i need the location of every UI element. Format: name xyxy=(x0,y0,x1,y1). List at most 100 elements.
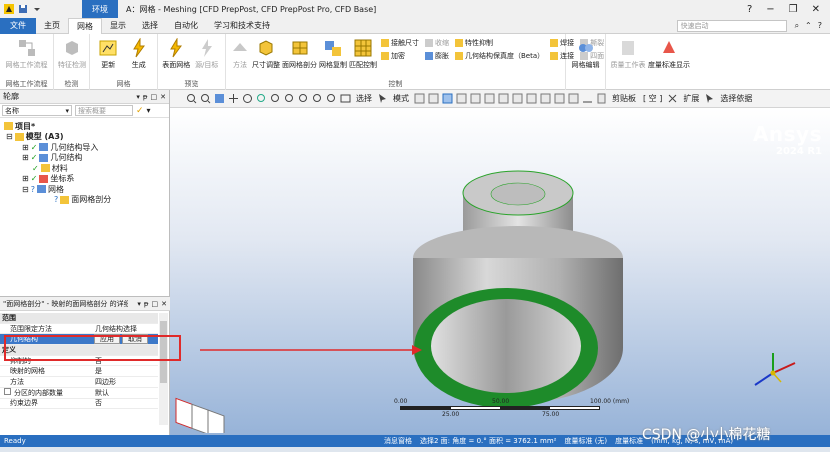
upper-hole[interactable] xyxy=(490,182,546,206)
mesh-edit-button[interactable]: 网格编辑 xyxy=(570,36,601,88)
view-cube-icon[interactable] xyxy=(214,93,225,104)
extend-select-icon[interactable] xyxy=(540,93,551,104)
metric-status[interactable]: 度量标准 (无) xyxy=(560,436,611,446)
element-face-icon[interactable] xyxy=(498,93,509,104)
feature-suppress-button[interactable]: 特性抑制 xyxy=(455,38,544,48)
zoom-fit-icon[interactable] xyxy=(298,93,309,104)
close-icon[interactable]: ✕ xyxy=(161,300,167,308)
select-label[interactable]: 选择 xyxy=(356,93,372,104)
restore-icon[interactable]: □ xyxy=(151,93,158,101)
geometry-fidelity-button[interactable]: 几何结构保真度（Beta） xyxy=(455,51,544,61)
details-row[interactable]: 方法 四边形 xyxy=(0,377,158,388)
details-row[interactable]: 约束边界否 xyxy=(0,399,158,410)
fit-icon[interactable] xyxy=(256,93,267,104)
mode-dropdown[interactable]: 模式 xyxy=(393,93,409,104)
details-category[interactable]: 范围 xyxy=(0,313,158,324)
graphics-viewport[interactable]: Ansys 2024 R1 0.00 50.00 100.00 (mm) 25.… xyxy=(170,108,830,435)
zoom-in-icon[interactable] xyxy=(186,93,197,104)
tree-item-face-meshing[interactable]: ? 面网格剖分 xyxy=(2,195,167,206)
collapse-icon[interactable]: ⊟ xyxy=(22,185,29,194)
help-icon[interactable]: ? xyxy=(818,21,822,31)
inflation-button[interactable]: 膨胀 xyxy=(425,51,449,61)
select-mode-icon[interactable] xyxy=(377,93,388,104)
tab-home[interactable]: 主页 xyxy=(36,18,68,34)
filter-chevron-icon[interactable]: ✓ xyxy=(136,106,144,116)
outline-search-input[interactable]: 搜索概要 xyxy=(75,105,133,116)
zoom-out-icon[interactable] xyxy=(200,93,211,104)
inner-bore[interactable] xyxy=(431,299,581,393)
details-row[interactable]: 映射的网格是 xyxy=(0,366,158,378)
expand-icon[interactable]: ⊞ xyxy=(22,143,29,152)
rotate-icon[interactable] xyxy=(242,93,253,104)
tree-item-geometry[interactable]: ⊞ ✓ 几何结构 xyxy=(2,153,167,164)
tab-file[interactable]: 文件 xyxy=(0,17,36,34)
filter-name-dropdown[interactable]: 名称 ▾ xyxy=(2,105,72,116)
tab-mesh[interactable]: 网格 xyxy=(68,17,102,34)
tree-item-model[interactable]: ⊟ 模型 (A3) xyxy=(2,132,167,143)
search-icon[interactable]: ⌕ xyxy=(795,21,799,31)
close-icon[interactable]: ✕ xyxy=(160,93,166,101)
tab-display[interactable]: 显示 xyxy=(102,18,134,34)
edge-select-icon[interactable] xyxy=(428,93,439,104)
tree-item-geometry-import[interactable]: ⊞ ✓ 几何结构导入 xyxy=(2,142,167,153)
tree-item-coordinates[interactable]: ⊞ ✓ 坐标系 xyxy=(2,174,167,185)
expand-icon[interactable]: ⊞ xyxy=(22,174,29,183)
details-scrollbar[interactable] xyxy=(159,313,168,425)
autohide-icon[interactable]: ᵽ xyxy=(144,300,149,308)
select-by-icon[interactable] xyxy=(704,93,715,104)
contact-sizing-button[interactable]: 接触尺寸 xyxy=(381,38,419,48)
clipboard-dropdown[interactable]: 剪贴板 xyxy=(612,93,636,104)
restore-icon[interactable]: □ xyxy=(152,300,159,308)
show-icon[interactable] xyxy=(568,93,579,104)
metric-display-button[interactable]: 度量标准显示 xyxy=(648,36,690,88)
previous-view-icon[interactable] xyxy=(312,93,323,104)
expand-dropdown[interactable]: 扩展 xyxy=(683,93,699,104)
vertex-select-icon[interactable] xyxy=(414,93,425,104)
save-icon[interactable] xyxy=(18,4,28,14)
pan-icon[interactable] xyxy=(228,93,239,104)
box-select-icon[interactable] xyxy=(512,93,523,104)
collapse-icon[interactable]: ⊟ xyxy=(6,132,13,141)
next-view-icon[interactable] xyxy=(326,93,337,104)
details-row[interactable]: 范围限定方法 几何结构选择 xyxy=(0,324,158,335)
select-by-dropdown[interactable]: 选择依据 xyxy=(720,93,752,104)
tree-item-project[interactable]: 项目* xyxy=(2,121,167,132)
chevron-up-icon[interactable]: ⌃ xyxy=(805,21,812,31)
maximize-button[interactable]: ❐ xyxy=(789,4,798,15)
help-button[interactable]: ? xyxy=(747,4,752,15)
details-row[interactable]: 分区的内部数量 默认 xyxy=(0,387,158,399)
close-button[interactable]: ✕ xyxy=(812,4,820,15)
dropdown-icon[interactable] xyxy=(32,4,42,14)
quick-search-input[interactable]: 快速启动 xyxy=(676,19,787,32)
context-tab[interactable]: 环境 xyxy=(82,0,118,18)
body-select-icon[interactable] xyxy=(456,93,467,104)
frame-icon[interactable] xyxy=(340,93,351,104)
filter-dropdown-icon[interactable]: ▾ xyxy=(147,106,151,115)
magnify-icon[interactable] xyxy=(284,93,295,104)
zoom-box-icon[interactable] xyxy=(270,93,281,104)
tree-item-mesh[interactable]: ⊟ ? 网格 xyxy=(2,184,167,195)
pin-icon[interactable]: ▾ xyxy=(137,300,141,308)
minimize-button[interactable]: − xyxy=(766,4,774,15)
hide-icon[interactable] xyxy=(554,93,565,104)
element-select-icon[interactable] xyxy=(484,93,495,104)
pin-icon[interactable]: ▾ xyxy=(136,93,140,101)
checkbox[interactable] xyxy=(4,387,11,395)
clipboard-icon[interactable] xyxy=(596,93,607,104)
tree-item-materials[interactable]: ✓ 材料 xyxy=(2,163,167,174)
quality-worksheet-button[interactable]: 质量工作表 xyxy=(610,36,646,88)
message-pane[interactable]: 消息窗格 xyxy=(380,436,416,446)
refinement-button[interactable]: 加密 xyxy=(381,51,419,61)
expand-icon[interactable]: ⊞ xyxy=(22,153,29,162)
lasso-icon[interactable] xyxy=(526,93,537,104)
ruler-icon[interactable] xyxy=(582,93,593,104)
tab-automation[interactable]: 自动化 xyxy=(166,18,206,34)
tab-selection[interactable]: 选择 xyxy=(134,18,166,34)
model-render[interactable] xyxy=(170,108,830,435)
shrink-button[interactable]: 收缩 xyxy=(425,38,449,48)
autohide-icon[interactable]: ᵽ xyxy=(143,93,148,101)
expand-icon[interactable] xyxy=(667,93,678,104)
face-select-icon[interactable] xyxy=(442,93,453,104)
node-select-icon[interactable] xyxy=(470,93,481,104)
tab-learning[interactable]: 学习和技术支持 xyxy=(206,18,278,34)
